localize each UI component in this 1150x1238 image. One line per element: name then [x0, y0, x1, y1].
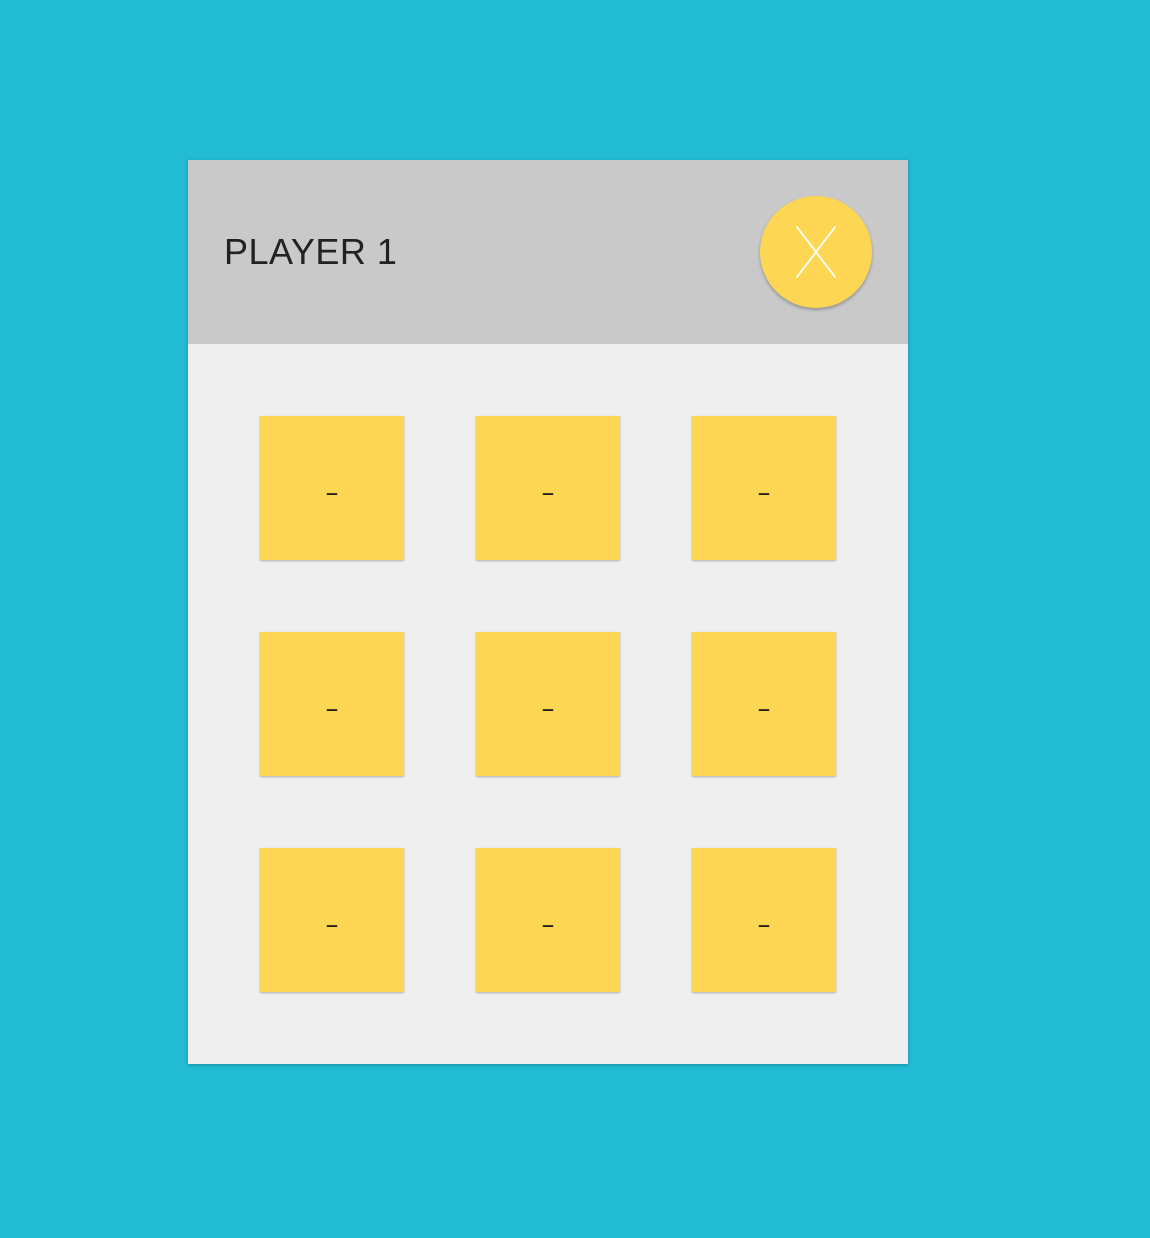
board-cell-r3c3[interactable]: – — [692, 848, 836, 992]
board-header: PLAYER 1 — [188, 160, 908, 344]
game-board-card: PLAYER 1 – – – – – – – – – — [188, 160, 908, 1064]
x-icon — [796, 226, 836, 278]
tic-tac-toe-grid: – – – – – – – – – — [188, 344, 908, 1064]
cell-value: – — [541, 910, 555, 940]
board-cell-r2c2[interactable]: – — [476, 632, 620, 776]
board-cell-r3c2[interactable]: – — [476, 848, 620, 992]
board-cell-r1c3[interactable]: – — [692, 416, 836, 560]
board-cell-r2c3[interactable]: – — [692, 632, 836, 776]
board-cell-r1c2[interactable]: – — [476, 416, 620, 560]
cell-value: – — [325, 910, 339, 940]
cell-value: – — [325, 478, 339, 508]
board-cell-r2c1[interactable]: – — [260, 632, 404, 776]
cell-value: – — [325, 694, 339, 724]
cell-value: – — [541, 694, 555, 724]
board-cell-r3c1[interactable]: – — [260, 848, 404, 992]
cell-value: – — [757, 478, 771, 508]
current-player-mark-badge — [760, 196, 872, 308]
board-cell-r1c1[interactable]: – — [260, 416, 404, 560]
cell-value: – — [757, 694, 771, 724]
cell-value: – — [757, 910, 771, 940]
player-label: PLAYER 1 — [224, 231, 398, 272]
cell-value: – — [541, 478, 555, 508]
